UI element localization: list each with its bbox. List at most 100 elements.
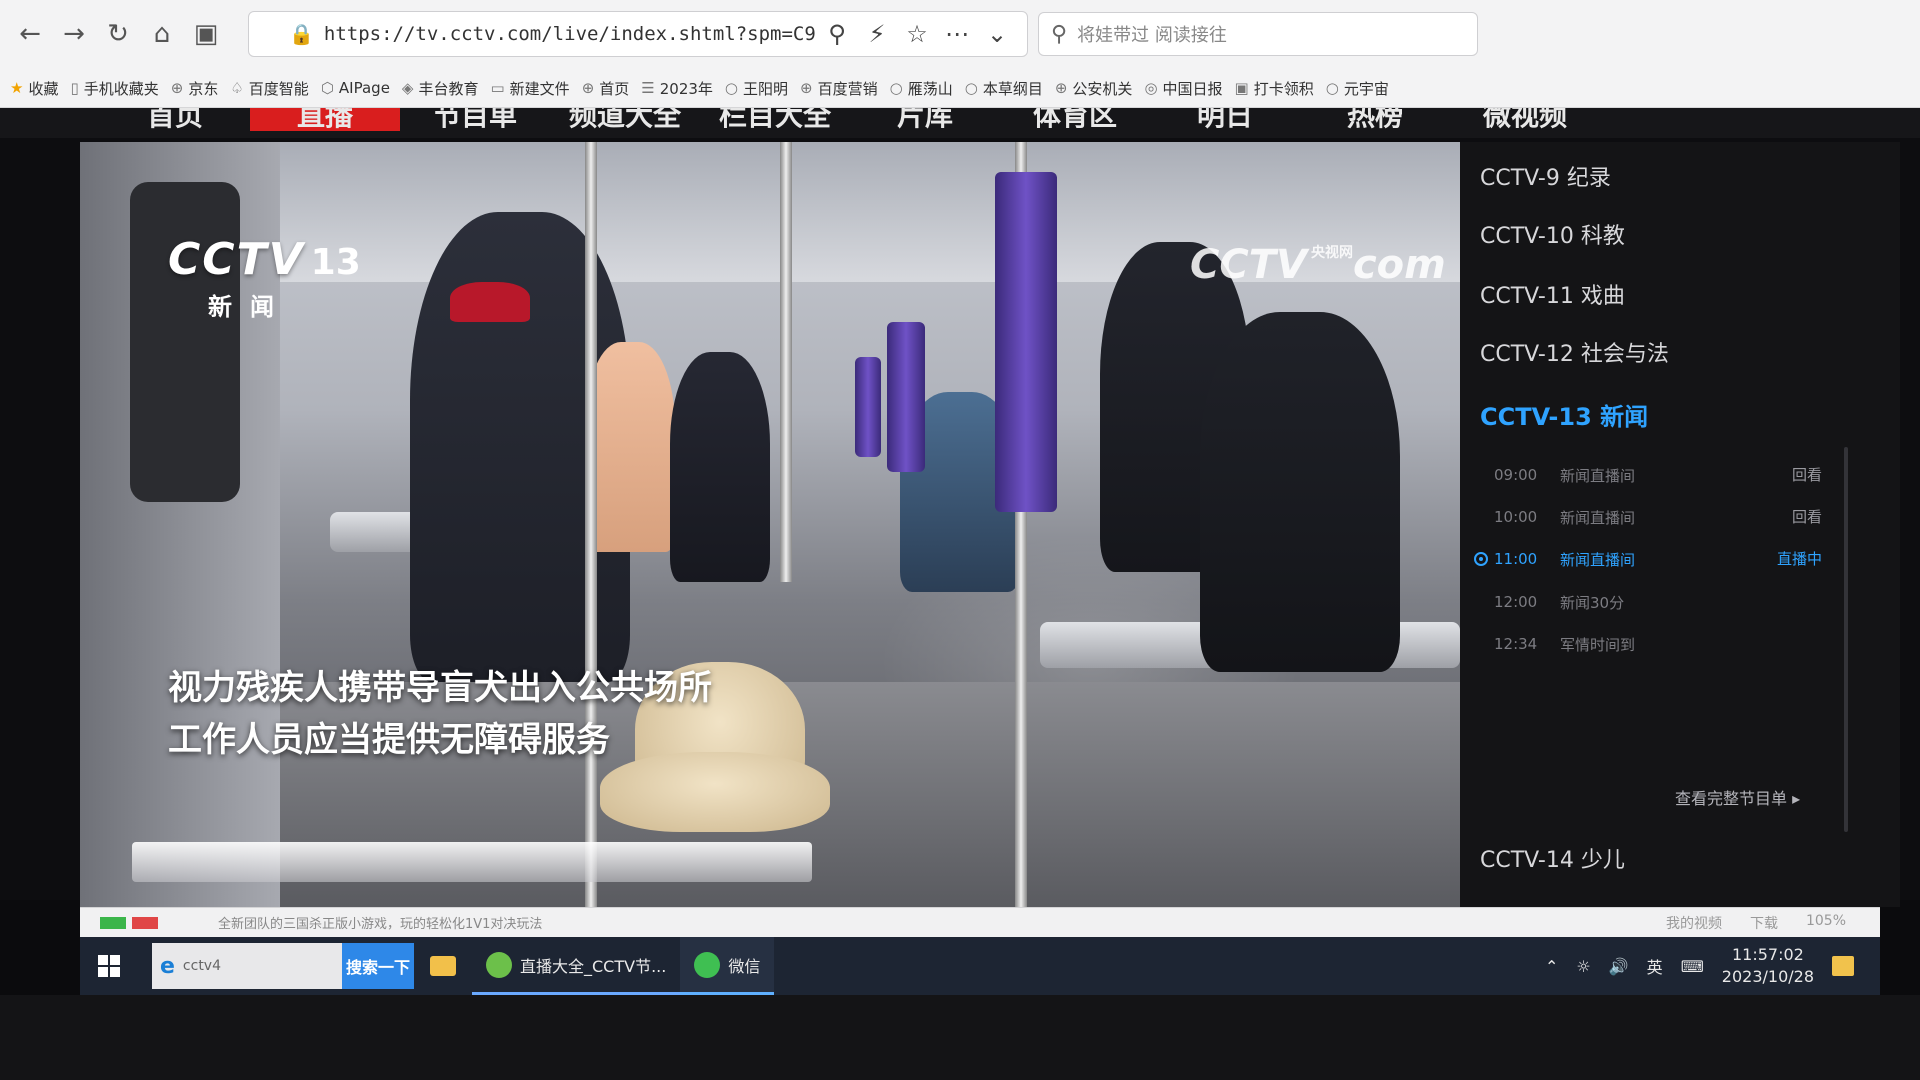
- replay-button[interactable]: 回看: [1792, 506, 1822, 527]
- forward-icon[interactable]: →: [52, 12, 96, 56]
- program-title: 新闻直播间: [1560, 466, 1636, 485]
- program-title: 新闻30分: [1560, 593, 1625, 612]
- channel-item[interactable]: CCTV-9 纪录: [1480, 160, 1611, 192]
- bookmark-item[interactable]: ▯ 手机收藏夹: [70, 78, 158, 99]
- channel-item[interactable]: CCTV-14 少儿: [1480, 842, 1625, 874]
- lock-icon: 🔒: [289, 22, 314, 46]
- program-row[interactable]: 11:00 新闻直播间: [1474, 544, 1824, 574]
- program-title: 军情时间到: [1560, 635, 1636, 654]
- full-schedule-label: 查看完整节目单: [1675, 789, 1788, 808]
- network-icon[interactable]: ☼: [1576, 957, 1590, 976]
- bookmark-item[interactable]: ★ 收藏: [10, 78, 58, 99]
- site-nav-item[interactable]: 栏目大全: [700, 108, 850, 131]
- bookmark-item[interactable]: ⊕ 百度营销: [800, 78, 878, 99]
- status-ad-text[interactable]: 全新团队的三国杀正版小游戏，玩的轻松化1V1对决玩法: [218, 913, 542, 932]
- program-row[interactable]: 10:00 新闻直播间: [1494, 502, 1824, 532]
- more-icon[interactable]: ⋯: [937, 20, 977, 48]
- status-tool[interactable]: 我的视频: [1666, 913, 1722, 933]
- start-button[interactable]: [80, 937, 138, 995]
- bookmark-item[interactable]: ♤ 百度智能: [230, 78, 308, 99]
- bookmark-label: 中国日报: [1162, 79, 1223, 98]
- bookmark-item[interactable]: ▣ 打卡领积: [1235, 78, 1314, 99]
- program-row[interactable]: 09:00 新闻直播间: [1494, 460, 1824, 490]
- star-icon[interactable]: ☆: [897, 20, 937, 48]
- live-badge[interactable]: 直播中: [1777, 548, 1822, 569]
- bookmark-item[interactable]: ○ 雁荡山: [890, 78, 953, 99]
- zoom-icon[interactable]: ⚲: [817, 20, 857, 48]
- status-tool[interactable]: 105%: [1806, 913, 1846, 933]
- live-dot-icon: [1474, 552, 1488, 566]
- caption-line-2: 工作人员应当提供无障碍服务: [168, 720, 610, 760]
- site-nav-item[interactable]: 明日: [1150, 108, 1300, 131]
- bookmark-item[interactable]: ⊕ 首页: [582, 78, 630, 99]
- home-icon[interactable]: ⌂: [140, 12, 184, 56]
- browser-search-box[interactable]: ⚲ 将娃带过 阅读接往: [1038, 12, 1478, 56]
- file-explorer-button[interactable]: [414, 937, 472, 995]
- watermark-small: 央视网: [1310, 245, 1353, 261]
- bookmark-label: 公安机关: [1072, 79, 1133, 98]
- bookmark-label: 收藏: [28, 79, 59, 98]
- wechat-icon: [694, 951, 721, 978]
- site-nav-item[interactable]: 频道大全: [550, 108, 700, 131]
- program-row[interactable]: 12:34 军情时间到: [1494, 629, 1824, 659]
- taskbar-app-wechat[interactable]: 微信: [680, 937, 775, 995]
- taskbar-search[interactable]: e cctv4: [152, 943, 342, 989]
- back-icon[interactable]: ←: [8, 12, 52, 56]
- bookmark-item[interactable]: ◎ 中国日报: [1144, 78, 1222, 99]
- status-tool[interactable]: 下载: [1750, 913, 1778, 933]
- bookmark-item[interactable]: ○ 王阳明: [725, 78, 788, 99]
- bookmark-item[interactable]: ⊕ 公安机关: [1055, 78, 1133, 99]
- browser-icon: [486, 951, 512, 978]
- program-row[interactable]: 12:00 新闻30分: [1494, 587, 1824, 617]
- bag-icon[interactable]: ▣: [184, 12, 228, 56]
- taskbar-app-label: 直播大全_CCTV节...: [520, 956, 667, 976]
- channel-logo: CCTV 13 新闻: [168, 234, 361, 322]
- reload-icon[interactable]: ↻: [96, 12, 140, 56]
- chevron-up-icon[interactable]: ⌃: [1545, 957, 1558, 976]
- search-placeholder: 将娃带过 阅读接往: [1077, 25, 1227, 46]
- scene-pole-cover: [855, 357, 881, 457]
- bookmark-item[interactable]: ▭ 新建文件: [490, 78, 569, 99]
- channel-item[interactable]: CCTV-11 戏曲: [1480, 278, 1625, 310]
- bookmark-item[interactable]: ○ 本草纲目: [965, 78, 1043, 99]
- site-nav-item[interactable]: 微视频: [1450, 108, 1600, 131]
- site-nav-item[interactable]: 首页: [100, 108, 250, 131]
- logo-sub: 新闻: [208, 293, 292, 321]
- bookmark-label: 打卡领积: [1253, 79, 1314, 98]
- scene-pole-cover: [995, 172, 1057, 512]
- volume-icon[interactable]: 🔊: [1609, 957, 1629, 976]
- channel-item[interactable]: CCTV-12 社会与法: [1480, 336, 1669, 368]
- taskbar-search-button[interactable]: 搜索一下: [342, 943, 414, 989]
- browser-navbar: ← → ↻ ⌂ ▣ 🔒 https://tv.cctv.com/live/ind…: [0, 0, 1920, 68]
- bookmark-item[interactable]: ☰ 2023年: [641, 78, 713, 99]
- bookmarks-bar: ★ 收藏 ▯ 手机收藏夹 ⊕ 京东 ♤ 百度智能 ⬡ AIPage ◈ 丰台教育 ▭ 新建文件 ⊕ 首页 ☰ 20…: [0, 68, 1920, 108]
- keyboard-icon[interactable]: ⌨: [1681, 957, 1704, 976]
- notification-icon[interactable]: [1832, 956, 1854, 976]
- full-schedule-link[interactable]: 查看完整节目单 ▸: [1675, 785, 1800, 809]
- address-bar[interactable]: 🔒 https://tv.cctv.com/live/index.shtml?s…: [248, 11, 1028, 57]
- ime-indicator[interactable]: 英: [1647, 954, 1663, 978]
- bookmark-item[interactable]: ⬡ AIPage: [321, 79, 390, 97]
- channel-item[interactable]: CCTV-10 科教: [1480, 218, 1625, 250]
- sidebar-scrollbar[interactable]: [1844, 447, 1848, 832]
- bookmark-item[interactable]: ○ 元宇宙: [1326, 78, 1389, 99]
- bookmark-item[interactable]: ⊕ 京东: [171, 78, 219, 99]
- video-controls-bar[interactable]: [132, 842, 812, 882]
- site-nav-item[interactable]: 节目单: [400, 108, 550, 131]
- video-player[interactable]: CCTV 13 新闻 CCTV 央视网com 视力残疾人携带导盲犬出入公共场所 工作…: [80, 142, 1460, 907]
- bookmark-label: 京东: [188, 79, 219, 98]
- bookmark-item[interactable]: ◈ 丰台教育: [402, 78, 479, 99]
- taskbar-app-browser[interactable]: 直播大全_CCTV节...: [472, 937, 681, 995]
- clock-time: 11:57:02: [1731, 945, 1804, 964]
- replay-button[interactable]: 回看: [1792, 464, 1822, 485]
- site-nav-item[interactable]: 片库: [850, 108, 1000, 131]
- site-nav-item[interactable]: 热榜: [1300, 108, 1450, 131]
- bookmark-label: 百度营销: [817, 79, 878, 98]
- site-nav-item[interactable]: 直播: [250, 108, 400, 131]
- chevron-down-icon[interactable]: ⌄: [977, 20, 1017, 48]
- lightning-icon[interactable]: ⚡: [857, 20, 897, 48]
- site-nav-item[interactable]: 体育区: [1000, 108, 1150, 131]
- channel-item-active[interactable]: CCTV-13 新闻: [1480, 397, 1648, 432]
- globe-icon: ⊕: [1054, 79, 1068, 97]
- system-clock[interactable]: 11:57:02 2023/10/28: [1722, 944, 1814, 988]
